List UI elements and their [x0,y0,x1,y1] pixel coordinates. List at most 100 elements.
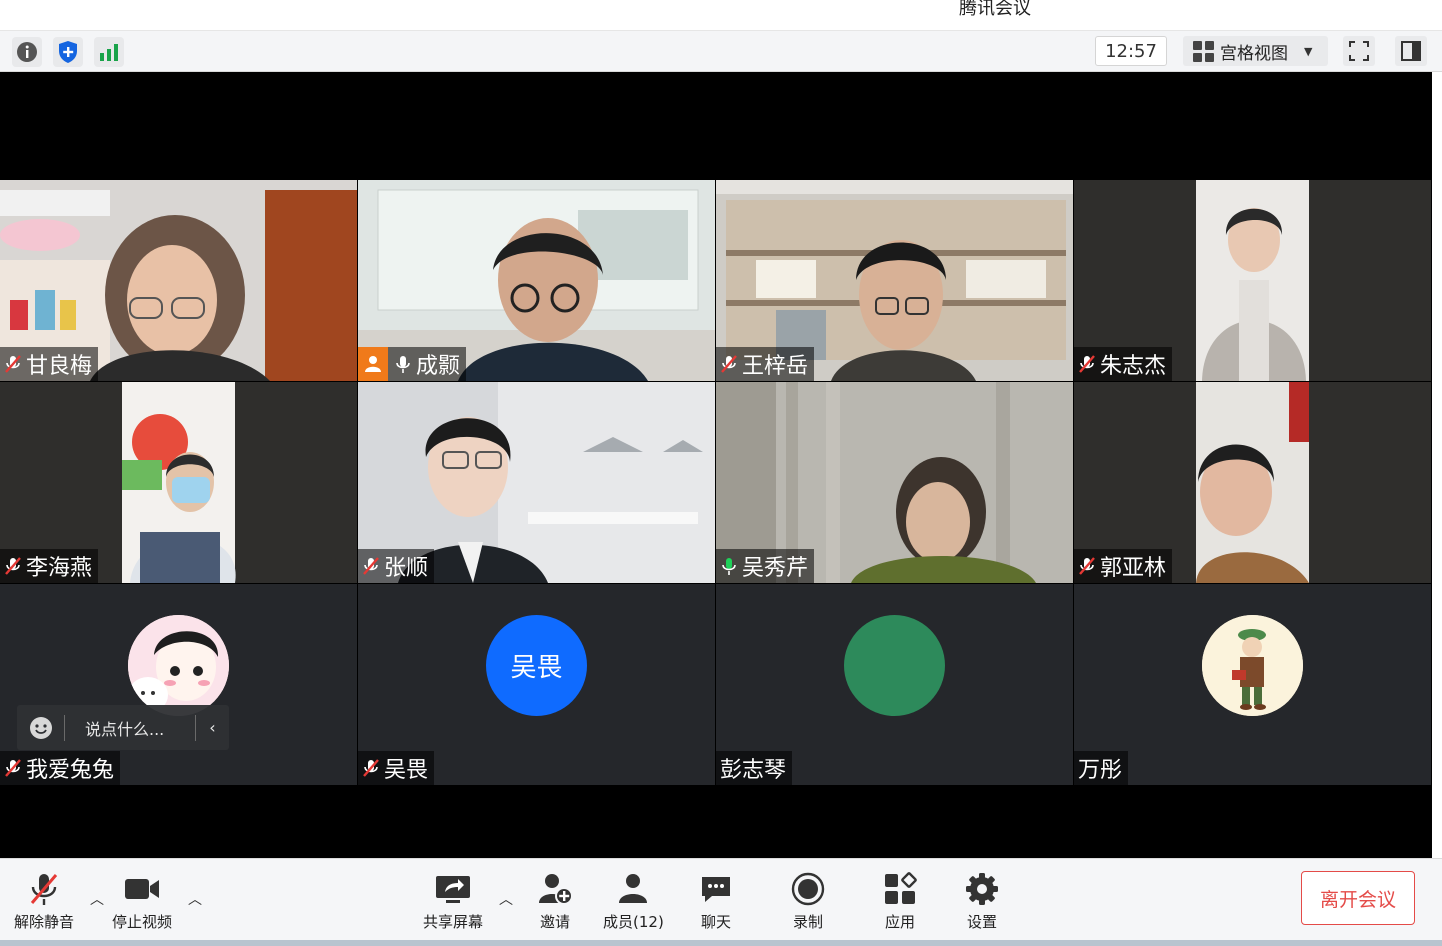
quick-chat-bar[interactable]: 说点什么... ‹ [17,705,229,750]
video-tile-wo-ai-tutu[interactable]: 我爱兔兔 [0,584,357,785]
members-icon [615,869,651,909]
bottom-toolbar: 解除静音 ︿ 停止视频 ︿ 共享屏幕 ︿ 邀请 成员(12) 聊天 录制 应用 … [0,858,1442,946]
record-label: 录制 [792,913,823,931]
video-tile-zhang-shun[interactable]: 张顺 [358,382,715,583]
participant-name: 吴秀芹 [742,556,809,581]
gallery-view-dropdown[interactable]: 宫格视图 ▼ [1183,36,1328,66]
participant-name-tag: 吴畏 [358,751,435,785]
leave-meeting-button[interactable]: 离开会议 [1301,871,1415,925]
apps-icon [883,869,917,909]
video-tile-li-haiyan[interactable]: 李海燕 [0,382,357,583]
mic-muted-icon [360,554,382,578]
top-toolbar: 12:57 宫格视图 ▼ [0,30,1442,72]
video-tile-peng-zhiqin[interactable]: 彭志琴 [716,584,1073,785]
invite-button[interactable]: 邀请 [537,869,573,932]
participant-name-tag: 郭亚林 [1074,549,1173,583]
video-tile-zhu-zhijie[interactable]: 朱志杰 [1074,180,1431,381]
chat-button[interactable]: 聊天 [699,869,733,932]
info-icon[interactable] [12,37,42,67]
share-screen-button[interactable]: 共享屏幕 [423,869,483,932]
participant-name: 万彤 [1078,758,1123,783]
stop-video-button[interactable]: 停止视频 [112,869,172,932]
chat-bubble-icon [699,869,733,909]
shield-icon[interactable] [53,37,83,67]
gear-icon [965,869,999,909]
video-tile-guo-yalin[interactable]: 郭亚林 [1074,382,1431,583]
participant-name: 吴畏 [384,758,429,783]
unmute-button[interactable]: 解除静音 [14,869,74,932]
apps-label: 应用 [884,913,915,931]
audio-options-caret[interactable]: ︿ [90,889,104,909]
color-avatar [844,615,945,716]
participant-name-tag: 成颢 [358,347,467,381]
mic-muted-icon [1076,554,1098,578]
mic-speaking-icon [718,554,740,578]
invite-label: 邀请 [539,913,570,931]
scroll-gutter [1432,72,1442,858]
video-tile-wang-ziyue[interactable]: 王梓岳 [716,180,1073,381]
chat-input-placeholder[interactable]: 说点什么... [65,716,185,740]
initials-avatar: 吴畏 [486,615,587,716]
desktop-edge [0,940,1442,946]
video-tile-gan-liangmei[interactable]: 甘良梅 [0,180,357,381]
video-tile-wan-tong[interactable]: 万彤 [1074,584,1431,785]
mic-muted-icon [2,352,24,376]
host-badge-icon [358,347,388,381]
settings-button[interactable]: 设置 [965,869,999,932]
add-user-icon [537,869,573,909]
share-screen-icon [434,869,472,909]
mic-muted-icon [2,756,24,780]
participant-name: 甘良梅 [26,354,93,379]
emoji-icon[interactable] [17,714,65,741]
participant-name: 王梓岳 [742,354,809,379]
record-button[interactable]: 录制 [790,869,826,932]
video-tile-cheng-hao[interactable]: 成颢 [358,180,715,381]
cartoon-avatar [128,615,229,716]
stop-video-label: 停止视频 [112,913,173,931]
camera-icon [123,869,161,909]
share-options-caret[interactable]: ︿ [499,889,513,909]
members-button[interactable]: 成员(12) [603,869,664,932]
mic-muted-icon [2,554,24,578]
participant-name: 李海燕 [26,556,93,581]
meeting-window: 腾讯会议 12:57 宫格视图 ▼ 甘良梅 成颢 王梓岳 朱志杰 李海燕 张顺 … [0,0,1442,946]
participant-name: 我爱兔兔 [26,758,115,783]
mic-muted-icon [360,756,382,780]
participant-name-tag: 王梓岳 [716,347,815,381]
record-icon [790,869,826,909]
mic-muted-icon [1076,352,1098,376]
participant-name: 郭亚林 [1100,556,1167,581]
chat-label: 聊天 [700,913,731,931]
participant-name: 朱志杰 [1100,354,1167,379]
participant-name-tag: 李海燕 [0,549,99,583]
video-options-caret[interactable]: ︿ [188,889,202,909]
participant-name-tag: 我爱兔兔 [0,751,121,785]
settings-label: 设置 [966,913,997,931]
chevron-left-icon[interactable]: ‹ [195,714,229,741]
video-tile-wu-xiuqin[interactable]: 吴秀芹 [716,382,1073,583]
grid-view-icon [1193,40,1214,62]
mic-on-icon [392,352,414,376]
mic-muted-icon [718,352,740,376]
video-tile-wu-wei[interactable]: 吴畏 吴畏 [358,584,715,785]
participant-name-tag: 张顺 [358,549,435,583]
meeting-clock: 12:57 [1095,36,1167,66]
share-screen-label: 共享屏幕 [423,913,484,931]
title-bar: 腾讯会议 [0,0,1442,30]
members-label: 成员(12) [603,913,664,931]
illustrated-avatar [1202,615,1303,716]
unmute-label: 解除静音 [14,913,75,931]
caret-down-icon: ▼ [1304,44,1313,58]
participant-name: 成颢 [416,354,461,379]
view-label: 宫格视图 [1220,43,1288,64]
participant-name-tag: 彭志琴 [716,751,793,785]
signal-bars-icon[interactable] [94,37,124,67]
participant-name-tag: 甘良梅 [0,347,99,381]
window-title: 腾讯会议 [959,0,1031,19]
sidebar-toggle-icon[interactable] [1395,36,1427,66]
participant-name-tag: 吴秀芹 [716,549,815,583]
mic-muted-icon [27,869,61,909]
fullscreen-icon[interactable] [1343,36,1375,66]
apps-button[interactable]: 应用 [883,869,917,932]
participant-name: 张顺 [384,556,429,581]
